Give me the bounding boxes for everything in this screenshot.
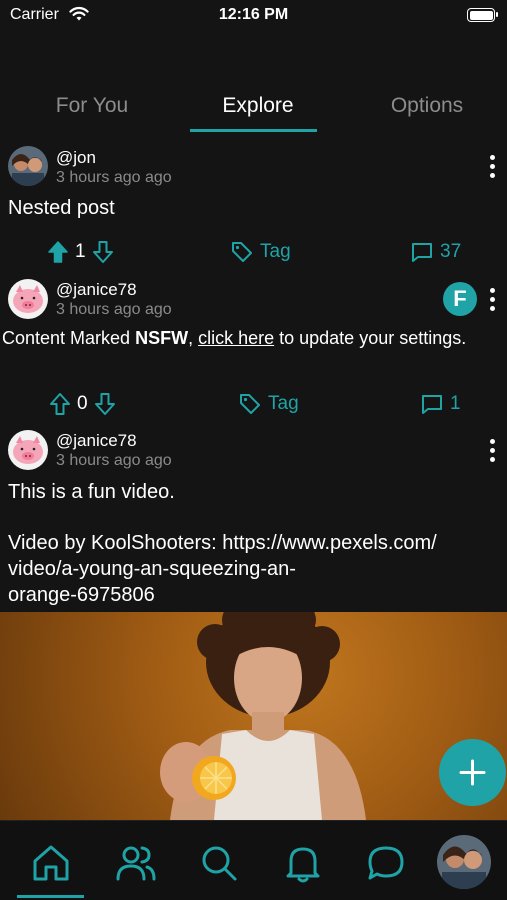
comment-count: 37 [440,241,462,262]
more-options-icon[interactable] [488,439,496,466]
tab-options[interactable]: Options [375,94,479,118]
upvote-icon[interactable] [49,392,71,416]
vote-controls: 0 [49,392,116,416]
home-icon [29,841,73,885]
post-timestamp: 3 hours ago ago [56,301,172,318]
post-body: Nested post [8,197,115,219]
more-options-icon[interactable] [488,288,496,315]
tag-label: Tag [260,241,291,262]
vote-count: 0 [77,393,88,414]
downvote-icon[interactable] [94,392,116,416]
tab-explore[interactable]: Explore [200,94,316,118]
nav-messages[interactable] [364,841,408,885]
nsfw-settings-link[interactable]: click here [198,328,274,348]
comments-button[interactable]: 37 [410,240,461,264]
avatar[interactable] [8,430,48,470]
clock: 12:16 PM [218,6,289,23]
nav-search[interactable] [197,841,241,885]
search-icon [197,841,241,885]
post-username[interactable]: @janice78 [56,431,137,451]
nsfw-notice-keyword: NSFW [135,328,189,348]
tab-for-you[interactable]: For You [40,94,144,118]
more-options-icon[interactable] [488,155,496,182]
vote-controls: 1 [47,240,114,264]
nav-people[interactable] [114,841,158,885]
profile-avatar[interactable] [437,835,491,889]
community-badge-icon[interactable]: F [443,282,477,316]
nav-home[interactable] [29,841,73,885]
video-player[interactable] [0,612,507,820]
nav-notifications[interactable] [281,841,325,885]
battery-icon [467,8,498,22]
comments-button[interactable]: 1 [420,392,461,416]
tag-icon [230,240,254,264]
tag-button[interactable]: Tag [230,240,291,264]
status-bar: Carrier 12:16 PM [0,0,507,32]
post-body-line: video/a-young-an-squeezing-an- [8,558,296,580]
active-nav-indicator [17,895,84,898]
create-post-button[interactable] [439,739,506,806]
downvote-icon[interactable] [92,240,114,264]
tag-button[interactable]: Tag [238,392,299,416]
comment-count: 1 [450,393,461,414]
upvote-icon[interactable] [47,240,69,264]
tag-icon [238,392,262,416]
people-icon [114,841,158,885]
post-username[interactable]: @jon [56,148,96,168]
tag-label: Tag [268,393,299,414]
post-body-line: This is a fun video. [8,481,175,503]
bell-icon [281,841,325,885]
nsfw-notice-prefix: Content Marked [2,328,136,348]
plus-icon [459,759,486,786]
feed-tabs: For You Explore Options [0,86,507,132]
vote-count: 1 [75,241,86,262]
nsfw-notice-comma: , [188,328,199,348]
comment-icon [420,392,444,416]
active-tab-indicator [190,129,317,132]
bottom-navigation [0,820,507,900]
avatar[interactable] [8,279,48,319]
post-timestamp: 3 hours ago ago [56,169,172,186]
post-body-line: orange-6975806 [8,584,155,606]
avatar[interactable] [8,146,48,186]
chat-bubble-icon [364,841,408,885]
post-body-line: Video by KoolShooters: https://www.pexel… [8,532,437,554]
post-timestamp: 3 hours ago ago [56,452,172,469]
comment-icon [410,240,434,264]
nsfw-notice: Content Marked NSFW, click here to updat… [2,326,502,350]
post-username[interactable]: @janice78 [56,280,137,300]
nsfw-notice-suffix: to update your settings. [274,328,467,348]
